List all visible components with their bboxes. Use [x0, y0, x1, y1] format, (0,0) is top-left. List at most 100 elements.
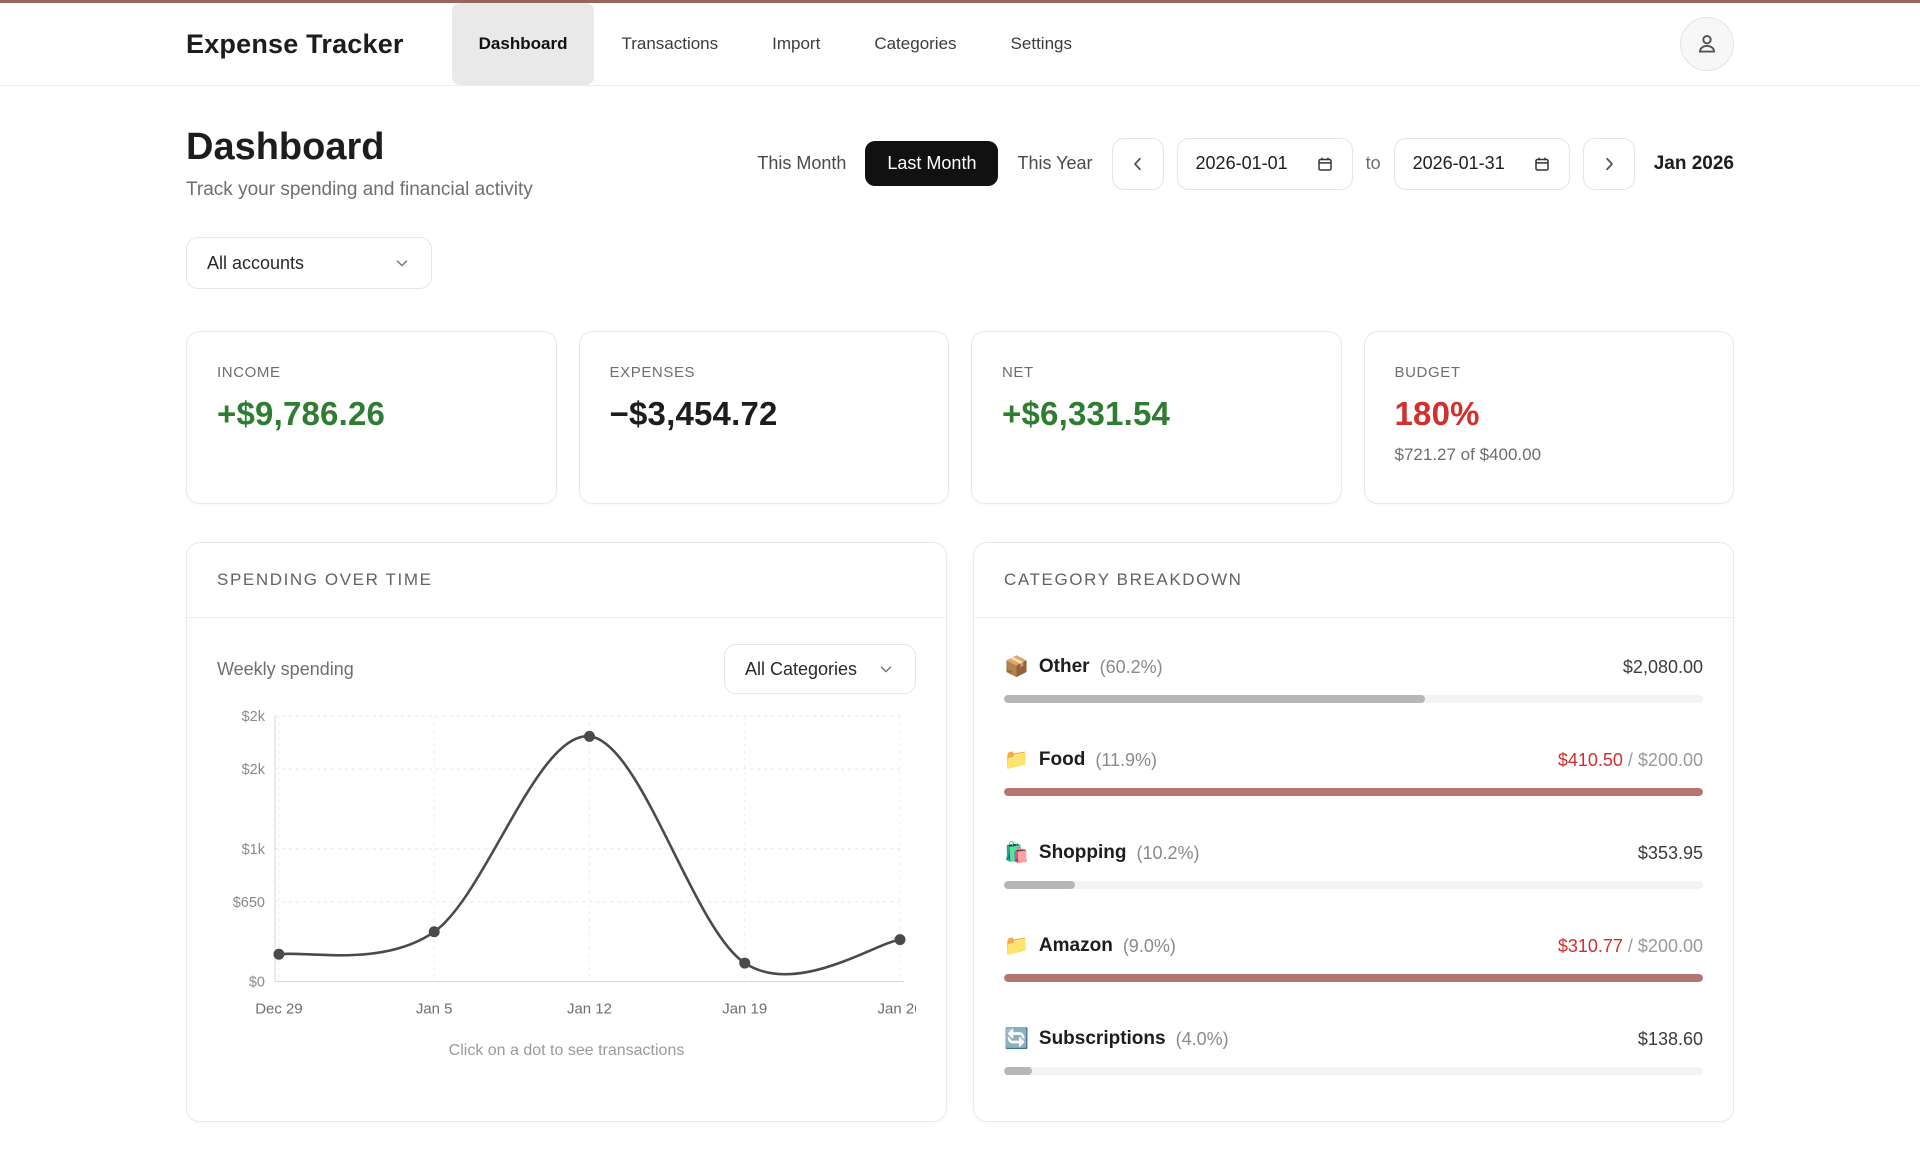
page-title: Dashboard [186, 126, 533, 169]
stat-value: −$3,454.72 [610, 395, 919, 433]
chart-dot-jan-12[interactable] [584, 731, 595, 742]
category-amount: $410.50 / $200.00 [1558, 750, 1703, 771]
x-axis-tick-label: Jan 5 [416, 1001, 453, 1018]
chart-dot-dec-29[interactable] [273, 949, 284, 960]
accounts-filter-select[interactable]: All accounts [186, 237, 432, 289]
category-row-shopping: 🛍️Shopping(10.2%)$353.95 [1004, 820, 1703, 913]
category-progress-fill [1004, 974, 1703, 982]
stat-card-net: NET +$6,331.54 [971, 331, 1342, 504]
category-percent: (11.9%) [1095, 750, 1157, 771]
category-row-amazon: 📁 Amazon (9.0%) $310.77 / $200.00 [1004, 913, 1703, 1006]
category-amount: $2,080.00 [1623, 657, 1703, 678]
x-axis-tick-label: Jan 26 [878, 1001, 916, 1018]
period-preset-this-year[interactable]: This Year [1011, 141, 1098, 186]
chart-subtitle: Weekly spending [217, 659, 354, 680]
category-name: Subscriptions [1039, 1028, 1166, 1050]
recurring-icon: 🔄 [1004, 1029, 1029, 1049]
category-filter-select[interactable]: All Categories [724, 644, 916, 694]
period-preset-this-month[interactable]: This Month [751, 141, 852, 186]
y-axis-tick-label: $2k [242, 762, 266, 778]
spending-card-title: SPENDING OVER TIME [187, 543, 946, 618]
category-filter-value: All Categories [745, 659, 857, 680]
stat-label: BUDGET [1395, 364, 1704, 381]
category-percent: (60.2%) [1100, 657, 1163, 678]
chart-dot-jan-26[interactable] [895, 934, 906, 945]
calendar-icon [1316, 155, 1334, 173]
spending-line-chart[interactable]: $2k$2k$1k$650$0Dec 29Jan 5Jan 12Jan 19Ja… [217, 700, 916, 1030]
category-percent: (4.0%) [1176, 1029, 1229, 1050]
nav-item-transactions[interactable]: Transactions [594, 3, 745, 85]
folder-icon: 📁 [1004, 936, 1029, 956]
category-budget: $200.00 [1638, 936, 1703, 956]
period-controls: This Month Last Month This Year 2026-01-01… [751, 138, 1734, 190]
app-header: Expense Tracker DashboardTransactionsImp… [0, 3, 1920, 86]
calendar-icon [1533, 155, 1551, 173]
chart-dot-jan-19[interactable] [739, 958, 750, 969]
chart-hint: Click on a dot to see transactions [217, 1042, 916, 1060]
category-progress-track [1004, 695, 1703, 703]
category-progress-fill [1004, 881, 1075, 889]
next-period-button[interactable] [1583, 138, 1635, 190]
x-axis-tick-label: Jan 19 [722, 1001, 767, 1018]
category-progress-fill [1004, 695, 1425, 703]
chevron-right-icon [1600, 155, 1618, 173]
category-percent: (9.0%) [1123, 936, 1176, 957]
category-progress-track [1004, 881, 1703, 889]
category-progress-track [1004, 1067, 1703, 1075]
stat-value: 180% [1395, 395, 1704, 433]
stat-label: EXPENSES [610, 364, 919, 381]
nav-item-settings[interactable]: Settings [984, 3, 1099, 85]
category-budget: $200.00 [1638, 750, 1703, 770]
category-row-other: 📦 Other (60.2%) $2,080.00 [1004, 644, 1703, 727]
spending-over-time-card: SPENDING OVER TIME Weekly spending All C… [186, 542, 947, 1122]
category-progress-track [1004, 974, 1703, 982]
chevron-down-icon [877, 660, 895, 678]
budget-separator: / [1623, 936, 1638, 956]
y-axis-tick-label: $650 [233, 895, 265, 911]
chart-dot-jan-5[interactable] [429, 926, 440, 937]
stat-note: $721.27 of $400.00 [1395, 445, 1704, 465]
current-period-label: Jan 2026 [1654, 153, 1734, 175]
category-progress-fill [1004, 788, 1703, 796]
stat-card-income: INCOME +$9,786.26 [186, 331, 557, 504]
category-spent-over: $310.77 [1558, 936, 1623, 956]
stat-label: INCOME [217, 364, 526, 381]
prev-period-button[interactable] [1112, 138, 1164, 190]
nav-item-categories[interactable]: Categories [847, 3, 983, 85]
category-name: Amazon [1039, 935, 1113, 957]
stat-card-budget: BUDGET 180% $721.27 of $400.00 [1364, 331, 1735, 504]
category-breakdown-card: CATEGORY BREAKDOWN 📦Other(60.2%)$2,080.0… [973, 542, 1734, 1122]
x-axis-tick-label: Jan 12 [567, 1001, 612, 1018]
nav-item-dashboard[interactable]: Dashboard [452, 3, 595, 85]
page-subtitle: Track your spending and financial activi… [186, 179, 533, 201]
category-amount: $310.77 / $200.00 [1558, 936, 1703, 957]
stat-value: +$6,331.54 [1002, 395, 1311, 433]
chevron-down-icon [393, 254, 411, 272]
user-icon [1694, 31, 1720, 57]
stat-cards: INCOME +$9,786.26 EXPENSES −$3,454.72 NET +$6… [186, 331, 1734, 504]
stat-value: +$9,786.26 [217, 395, 526, 433]
category-name: Other [1039, 656, 1090, 678]
user-avatar-button[interactable] [1680, 17, 1734, 71]
category-spent-over: $410.50 [1558, 750, 1623, 770]
category-amount: $138.60 [1638, 1029, 1703, 1050]
category-row-food: 📁Food(11.9%)$410.50 / $200.00 [1004, 727, 1703, 820]
category-percent: (10.2%) [1137, 843, 1200, 864]
period-preset-last-month[interactable]: Last Month [865, 141, 998, 186]
stat-card-expenses: EXPENSES −$3,454.72 [579, 331, 950, 504]
start-date-input[interactable]: 2026-01-01 [1177, 138, 1353, 190]
category-amount: $353.95 [1638, 843, 1703, 864]
package-icon: 📦 [1004, 657, 1029, 677]
start-date-value: 2026-01-01 [1196, 153, 1288, 174]
end-date-value: 2026-01-31 [1413, 153, 1505, 174]
end-date-input[interactable]: 2026-01-31 [1394, 138, 1570, 190]
chevron-left-icon [1129, 155, 1147, 173]
main-nav: DashboardTransactionsImportCategoriesSet… [452, 3, 1099, 85]
nav-item-import[interactable]: Import [745, 3, 847, 85]
category-name: Food [1039, 749, 1085, 771]
x-axis-tick-label: Dec 29 [255, 1001, 302, 1018]
stat-label: NET [1002, 364, 1311, 381]
page-heading: Dashboard Track your spending and financ… [186, 126, 533, 201]
budget-separator: / [1623, 750, 1638, 770]
shopping-bags-icon: 🛍️ [1004, 843, 1029, 863]
